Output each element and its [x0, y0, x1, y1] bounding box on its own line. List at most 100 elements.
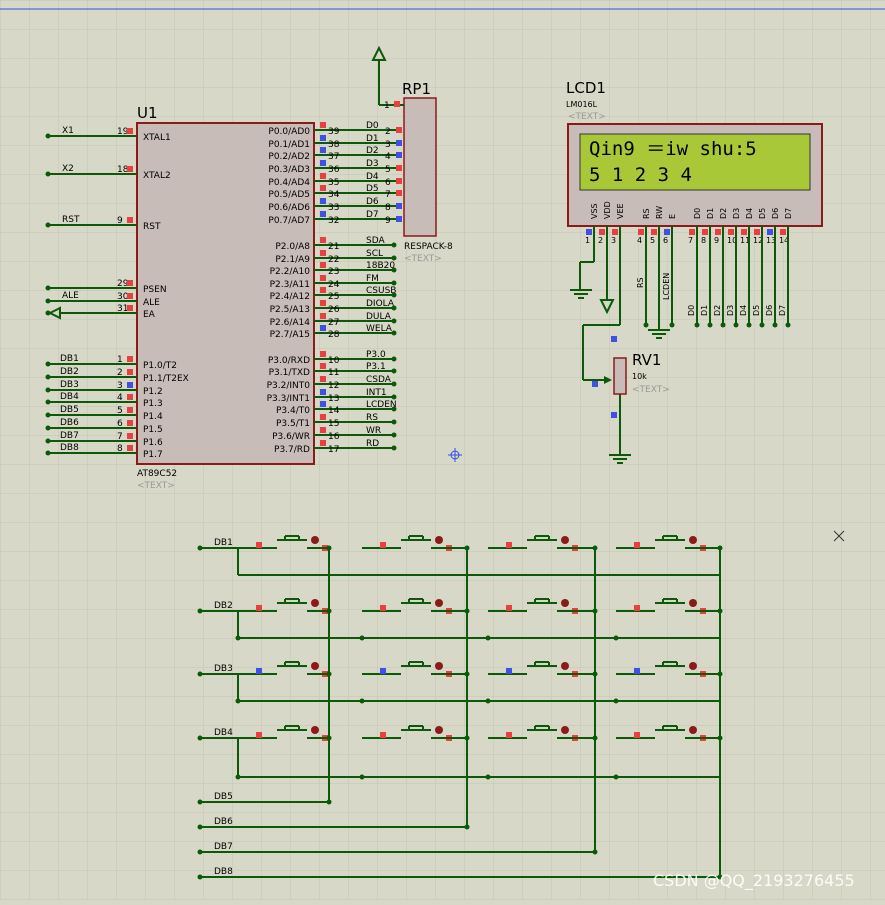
pin-marker	[256, 668, 262, 674]
junction-dot	[464, 824, 470, 830]
key-pin-icon	[689, 536, 697, 544]
pin-name: P1.6	[143, 438, 163, 448]
junction-dot	[45, 399, 51, 405]
pin-number: 5	[117, 406, 123, 416]
pin-number: 9	[117, 216, 123, 226]
rp1-pin-number: 7	[385, 190, 391, 200]
net-label: DIOLA	[366, 299, 395, 309]
net-label: D1	[366, 134, 379, 144]
lcd-bus-label: D2	[713, 305, 722, 316]
pin-marker	[380, 668, 386, 674]
pin-number: 4	[117, 393, 123, 403]
pin-marker	[127, 128, 133, 134]
junction-dot	[707, 322, 713, 328]
pin-marker	[396, 216, 402, 222]
pin-number: 35	[328, 178, 339, 188]
pin-marker	[320, 185, 326, 191]
key-pin-icon	[311, 536, 319, 544]
pin-name: P1.0/T2	[143, 361, 177, 371]
pin-marker	[586, 229, 592, 235]
lcd-line-2: 5 1 2 3 4	[589, 164, 692, 186]
net-label: D3	[366, 159, 379, 169]
net-label: SDA	[366, 236, 385, 246]
net-label: X2	[62, 164, 74, 174]
pin-number: 25	[328, 292, 339, 302]
pin-marker	[320, 313, 326, 319]
pin-marker	[320, 363, 326, 369]
rp1-part: RESPACK-8	[404, 242, 453, 252]
pin-marker	[320, 211, 326, 217]
pin-name: P3.3/INT1	[267, 394, 310, 404]
pin-marker	[127, 433, 133, 439]
col-label: DB6	[214, 817, 233, 827]
net-label: INT1	[366, 388, 387, 398]
net-label: DB1	[60, 354, 79, 364]
key-pin-icon	[435, 662, 443, 670]
lcd-pin-number: 3	[611, 236, 616, 245]
junction-dot	[391, 305, 397, 311]
junction-dot	[359, 635, 365, 641]
lcd-pin-number: 1	[585, 236, 590, 245]
pin-marker	[506, 668, 512, 674]
pin-marker	[256, 542, 262, 548]
pin-marker	[702, 229, 708, 235]
pin-number: 39	[328, 127, 340, 137]
pin-name: P0.2/AD2	[268, 152, 310, 162]
pin-number: 17	[328, 445, 339, 455]
pin-marker	[634, 732, 640, 738]
pin-name: P2.0/A8	[275, 242, 310, 252]
pin-name: P3.0/RXD	[268, 356, 310, 366]
junction-dot	[669, 322, 675, 328]
lcd-bus-label: LCDEN	[662, 273, 671, 300]
pin-number: 18	[117, 165, 129, 175]
row-label: DB3	[214, 664, 233, 674]
key-pin-icon	[435, 536, 443, 544]
lcd-pin-number: 4	[637, 236, 642, 245]
pin-marker	[715, 229, 721, 235]
junction-dot	[643, 322, 649, 328]
pin-number: 26	[328, 305, 340, 315]
pin-marker	[320, 173, 326, 179]
pin-number: 37	[328, 152, 339, 162]
net-label: SCL	[366, 249, 383, 259]
key-pin-icon	[689, 599, 697, 607]
pin-number: 12	[328, 381, 339, 391]
net-label: DB4	[60, 392, 79, 402]
pin-marker	[780, 229, 786, 235]
mcu-text-tag: <TEXT>	[137, 481, 175, 491]
junction-dot	[197, 608, 203, 614]
pin-marker	[638, 229, 644, 235]
pin-marker	[320, 300, 326, 306]
row-label: DB1	[214, 538, 233, 548]
pin-number: 27	[328, 318, 339, 328]
junction-dot	[746, 322, 752, 328]
net-label: DULA	[366, 312, 392, 322]
pin-marker	[256, 605, 262, 611]
pin-number: 36	[328, 165, 340, 175]
col-label: DB5	[214, 792, 233, 802]
junction-dot	[485, 698, 491, 704]
pin-name: P1.5	[143, 425, 163, 435]
lcd-pin-name: D1	[706, 208, 715, 219]
pin-name: P0.1/AD1	[268, 140, 310, 150]
pin-marker	[396, 165, 402, 171]
net-label: D7	[366, 210, 379, 220]
row-label: DB4	[214, 728, 233, 738]
pin-name: P3.5/T1	[276, 419, 310, 429]
junction-dot	[485, 635, 491, 641]
pin-marker	[396, 203, 402, 209]
net-label: X1	[62, 126, 74, 136]
schematic-canvas[interactable]: U1 AT89C52 <TEXT> X1 19 XTAL1 X2 18 XTAL2 RST 9…	[0, 0, 885, 900]
rp1-pin-number: 5	[385, 165, 391, 175]
net-label: DB2	[60, 367, 79, 377]
junction-dot	[197, 849, 203, 855]
lcd-pin-number: 2	[598, 236, 603, 245]
junction-dot	[45, 387, 51, 393]
pin-marker	[396, 178, 402, 184]
pin-marker	[728, 229, 734, 235]
pin-marker	[320, 262, 326, 268]
pin-number: 7	[117, 432, 123, 442]
lcd-pin-name: RW	[655, 206, 664, 219]
pin-marker	[320, 440, 326, 446]
pin-name: P1.7	[143, 450, 163, 460]
